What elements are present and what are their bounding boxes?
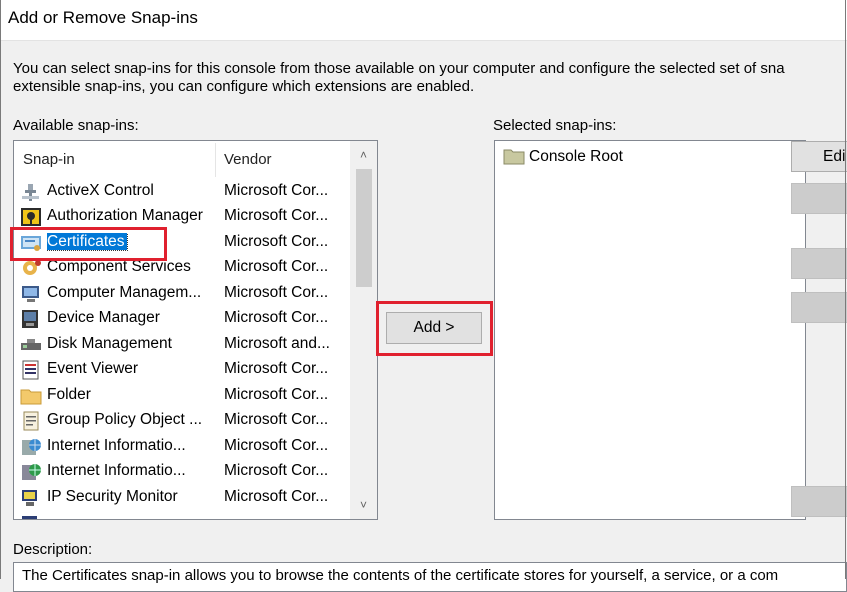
group-policy-icon [23, 411, 39, 431]
selected-snapins-list[interactable]: Console Root [494, 140, 806, 520]
window-title: Add or Remove Snap-ins [8, 8, 198, 27]
tree-item-label: Console Root [529, 148, 623, 165]
list-item[interactable]: IP Security Monitor Microsoft Cor... [14, 485, 350, 510]
description-label: Description: [13, 541, 93, 558]
list-item[interactable]: Event Viewer Microsoft Cor... [14, 357, 350, 382]
list-item[interactable]: Computer Managem... Microsoft Cor... [14, 281, 350, 306]
list-item[interactable]: Component Services Microsoft Cor... [14, 255, 350, 280]
snapin-vendor: Microsoft Cor... [224, 386, 329, 403]
list-item[interactable]: ActiveX Control Microsoft Cor... [14, 179, 350, 204]
intro-text: You can select snap-ins for this console… [13, 60, 847, 96]
snapin-name: IP Security Monitor [47, 488, 178, 505]
title-bar: Add or Remove Snap-ins [0, 0, 847, 41]
column-separator[interactable] [215, 143, 216, 177]
list-item-partial[interactable] [14, 511, 350, 519]
snapin-name: ActiveX Control [47, 182, 154, 199]
snapin-vendor: Microsoft Cor... [224, 437, 329, 454]
snapin-vendor: Microsoft Cor... [224, 258, 329, 275]
remove-button[interactable] [791, 183, 847, 214]
scroll-down-icon[interactable]: ˅ [350, 491, 377, 519]
list-item[interactable]: Authorization Manager Microsoft Cor... [14, 204, 350, 229]
edit-extensions-button[interactable]: Edi [791, 141, 847, 172]
available-snapins-list[interactable]: Snap-in Vendor ActiveX Control Microsoft… [13, 140, 378, 520]
snapin-name: Device Manager [47, 309, 160, 326]
ip-security-monitor-icon [22, 490, 37, 506]
column-header-snapin[interactable]: Snap-in [23, 141, 75, 179]
ip-security-policy-icon [22, 516, 37, 519]
intro-line-2: extensible snap-ins, you can configure w… [13, 78, 475, 95]
available-snapins-label: Available snap-ins: [13, 117, 139, 134]
description-box: The Certificates snap-in allows you to b… [13, 562, 847, 592]
snapin-name: Group Policy Object ... [47, 411, 203, 428]
snapin-vendor: Microsoft Cor... [224, 462, 329, 479]
list-item[interactable]: Group Policy Object ... Microsoft Cor... [14, 408, 350, 433]
disk-management-icon [21, 339, 41, 350]
scroll-up-icon[interactable]: ˄ [350, 141, 377, 169]
list-scrollbar[interactable]: ˄ ˅ [350, 141, 377, 519]
snapin-name: Internet Informatio... [47, 462, 186, 479]
list-item[interactable]: Device Manager Microsoft Cor... [14, 306, 350, 331]
device-manager-icon [22, 310, 38, 328]
snapin-vendor: Microsoft Cor... [224, 284, 329, 301]
snapin-name: Computer Managem... [47, 284, 202, 301]
snapin-vendor: Microsoft Cor... [224, 233, 329, 250]
console-root-folder-icon [503, 149, 525, 165]
snapin-name: Disk Management [47, 335, 172, 352]
move-up-button[interactable] [791, 248, 847, 279]
snapin-vendor: Microsoft Cor... [224, 182, 329, 199]
component-services-icon [23, 260, 41, 275]
list-item[interactable]: Internet Informatio... Microsoft Cor... [14, 459, 350, 484]
event-viewer-icon [22, 360, 39, 380]
snapin-name: Internet Informatio... [47, 437, 186, 454]
list-item[interactable]: Disk Management Microsoft and... [14, 332, 350, 357]
edit-extensions-label: Edi [823, 148, 846, 165]
snapin-name: Certificates [47, 233, 213, 251]
scroll-thumb[interactable] [356, 169, 372, 287]
add-button[interactable]: Add > [386, 312, 482, 344]
authorization-icon [21, 208, 41, 226]
activex-icon [22, 184, 39, 201]
snapin-name: Component Services [47, 258, 191, 275]
move-down-button[interactable] [791, 292, 847, 323]
list-item[interactable]: Certificates Microsoft Cor... [14, 230, 350, 255]
snapin-name: Event Viewer [47, 360, 139, 377]
selected-snapins-label: Selected snap-ins: [493, 117, 617, 134]
snapin-vendor: Microsoft and... [224, 335, 330, 352]
snapin-name: Authorization Manager [47, 207, 203, 224]
snapin-vendor: Microsoft Cor... [224, 411, 329, 428]
iis6-icon [22, 464, 41, 480]
iis-icon [22, 439, 41, 455]
snapin-name: Folder [47, 386, 91, 403]
intro-line-1: You can select snap-ins for this console… [13, 60, 785, 77]
snapin-vendor: Microsoft Cor... [224, 207, 329, 224]
computer-management-icon [22, 286, 39, 302]
list-item[interactable]: Internet Informatio... Microsoft Cor... [14, 434, 350, 459]
snapin-name-selected: Certificates [47, 233, 128, 251]
description-text: The Certificates snap-in allows you to b… [22, 567, 779, 584]
certificates-icon [21, 236, 41, 251]
advanced-button[interactable] [791, 486, 847, 517]
folder-icon [20, 389, 42, 405]
list-item[interactable]: Folder Microsoft Cor... [14, 383, 350, 408]
snapin-vendor: Microsoft Cor... [224, 488, 329, 505]
snapin-vendor: Microsoft Cor... [224, 360, 329, 377]
column-header-vendor[interactable]: Vendor [224, 141, 272, 179]
snapin-vendor: Microsoft Cor... [224, 309, 329, 326]
